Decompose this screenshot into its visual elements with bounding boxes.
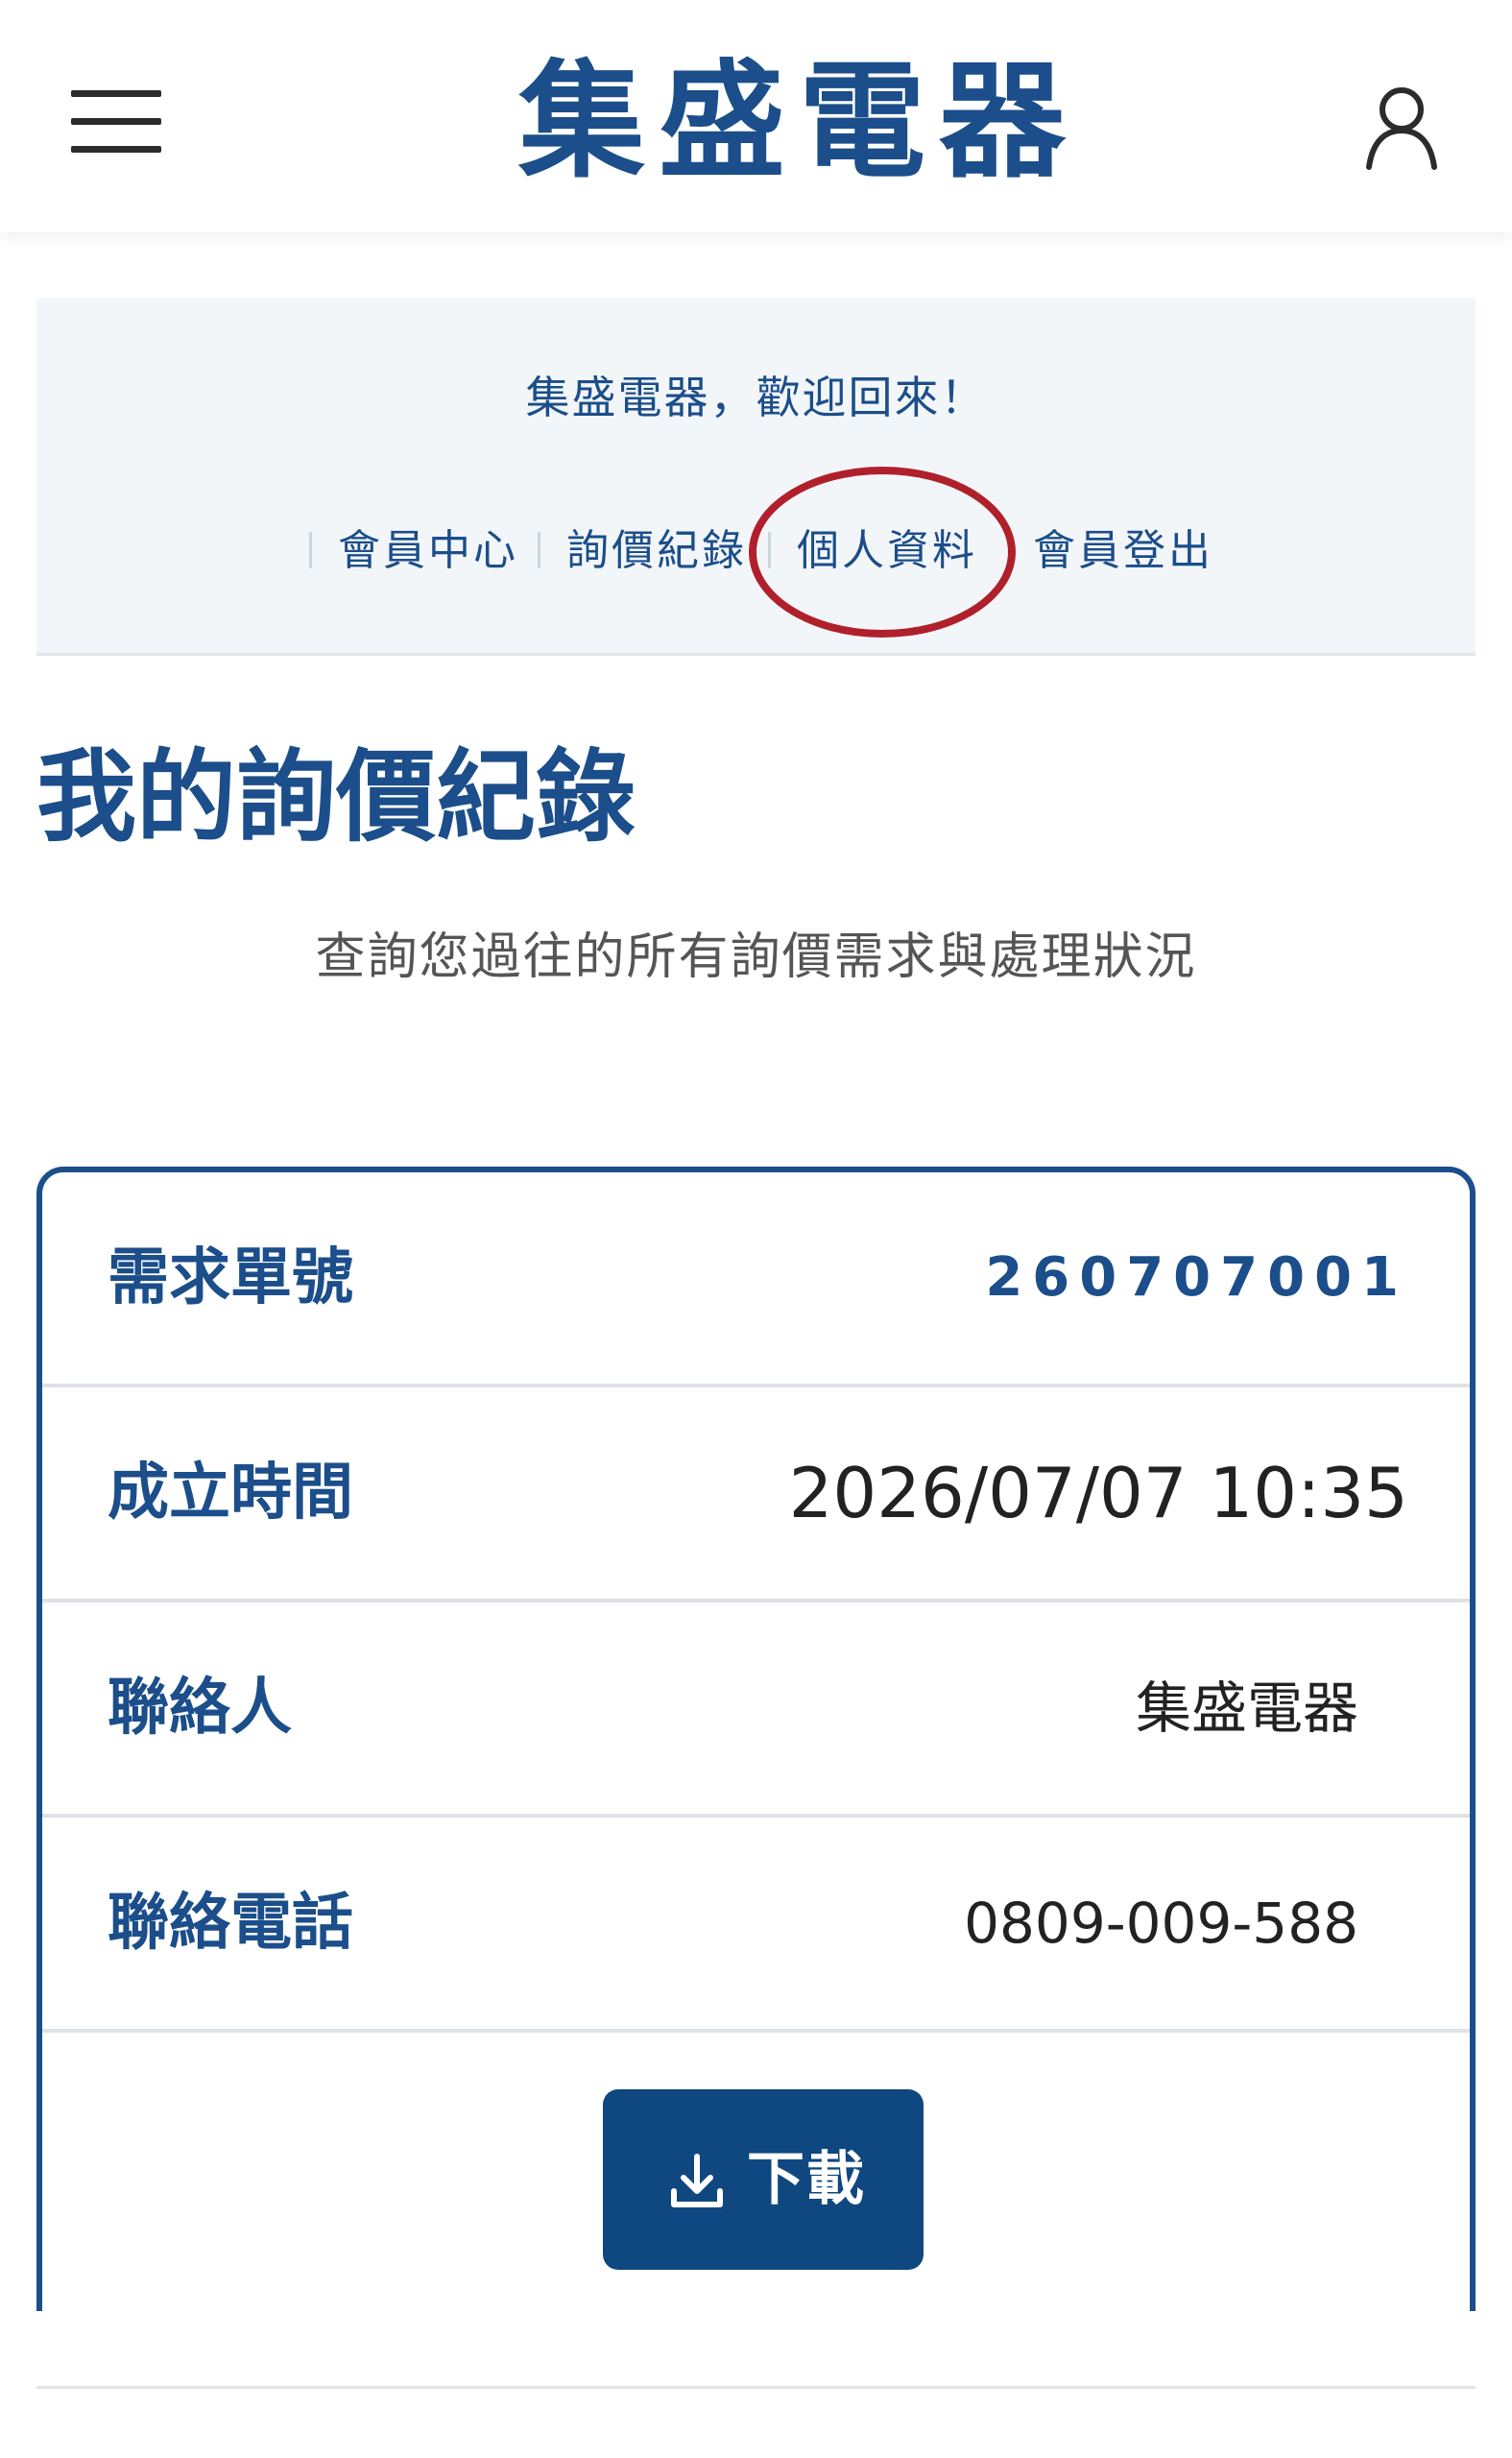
nav-separator	[309, 532, 312, 568]
download-button[interactable]: 下載	[603, 2089, 924, 2270]
nav-member-center[interactable]: 會員中心	[338, 522, 518, 580]
record-row-contact: 聯絡人 集盛電器	[42, 1603, 1470, 1818]
row-label: 聯絡人	[108, 1673, 292, 1744]
highlight-circle	[749, 467, 1016, 638]
record-row-order-number: 需求單號 260707001	[42, 1172, 1470, 1387]
download-label: 下載	[747, 2146, 866, 2213]
nav-logout[interactable]: 會員登出	[1033, 522, 1213, 580]
created-time-value: 2026/07/07 10:35	[788, 1453, 1408, 1533]
brand-logo[interactable]: 集盛電器	[518, 50, 1094, 194]
download-icon	[666, 2151, 728, 2212]
nav-inquiry-records[interactable]: 詢價紀錄	[566, 522, 747, 580]
row-label: 成立時間	[108, 1458, 353, 1529]
inquiry-record-card: 需求單號 260707001 成立時間 2026/07/07 10:35 聯絡人…	[36, 1167, 1476, 2311]
record-row-phone: 聯絡電話 0809-009-588	[42, 1818, 1470, 2033]
contact-phone-value: 0809-009-588	[964, 1891, 1358, 1956]
welcome-message: 集盛電器，歡迎回來！	[525, 372, 987, 423]
row-label: 需求單號	[108, 1242, 353, 1313]
record-row-created-time: 成立時間 2026/07/07 10:35	[42, 1387, 1470, 1603]
site-header: 集盛電器	[0, 0, 1512, 232]
nav-separator	[538, 532, 540, 568]
welcome-panel: 集盛電器，歡迎回來！ 會員中心 詢價紀錄 個人資料 會員登出	[36, 298, 1476, 656]
contact-name-value: 集盛電器	[1135, 1675, 1358, 1741]
order-number-value: 260707001	[985, 1246, 1408, 1309]
row-label: 聯絡電話	[108, 1888, 353, 1959]
user-account-icon[interactable]	[1363, 84, 1440, 171]
page-subtitle: 查詢您過往的所有詢價需求與處理狀況	[315, 928, 1197, 986]
page-title: 我的詢價紀錄	[36, 738, 636, 855]
bottom-divider	[36, 2386, 1476, 2389]
hamburger-menu-icon[interactable]	[71, 86, 161, 156]
